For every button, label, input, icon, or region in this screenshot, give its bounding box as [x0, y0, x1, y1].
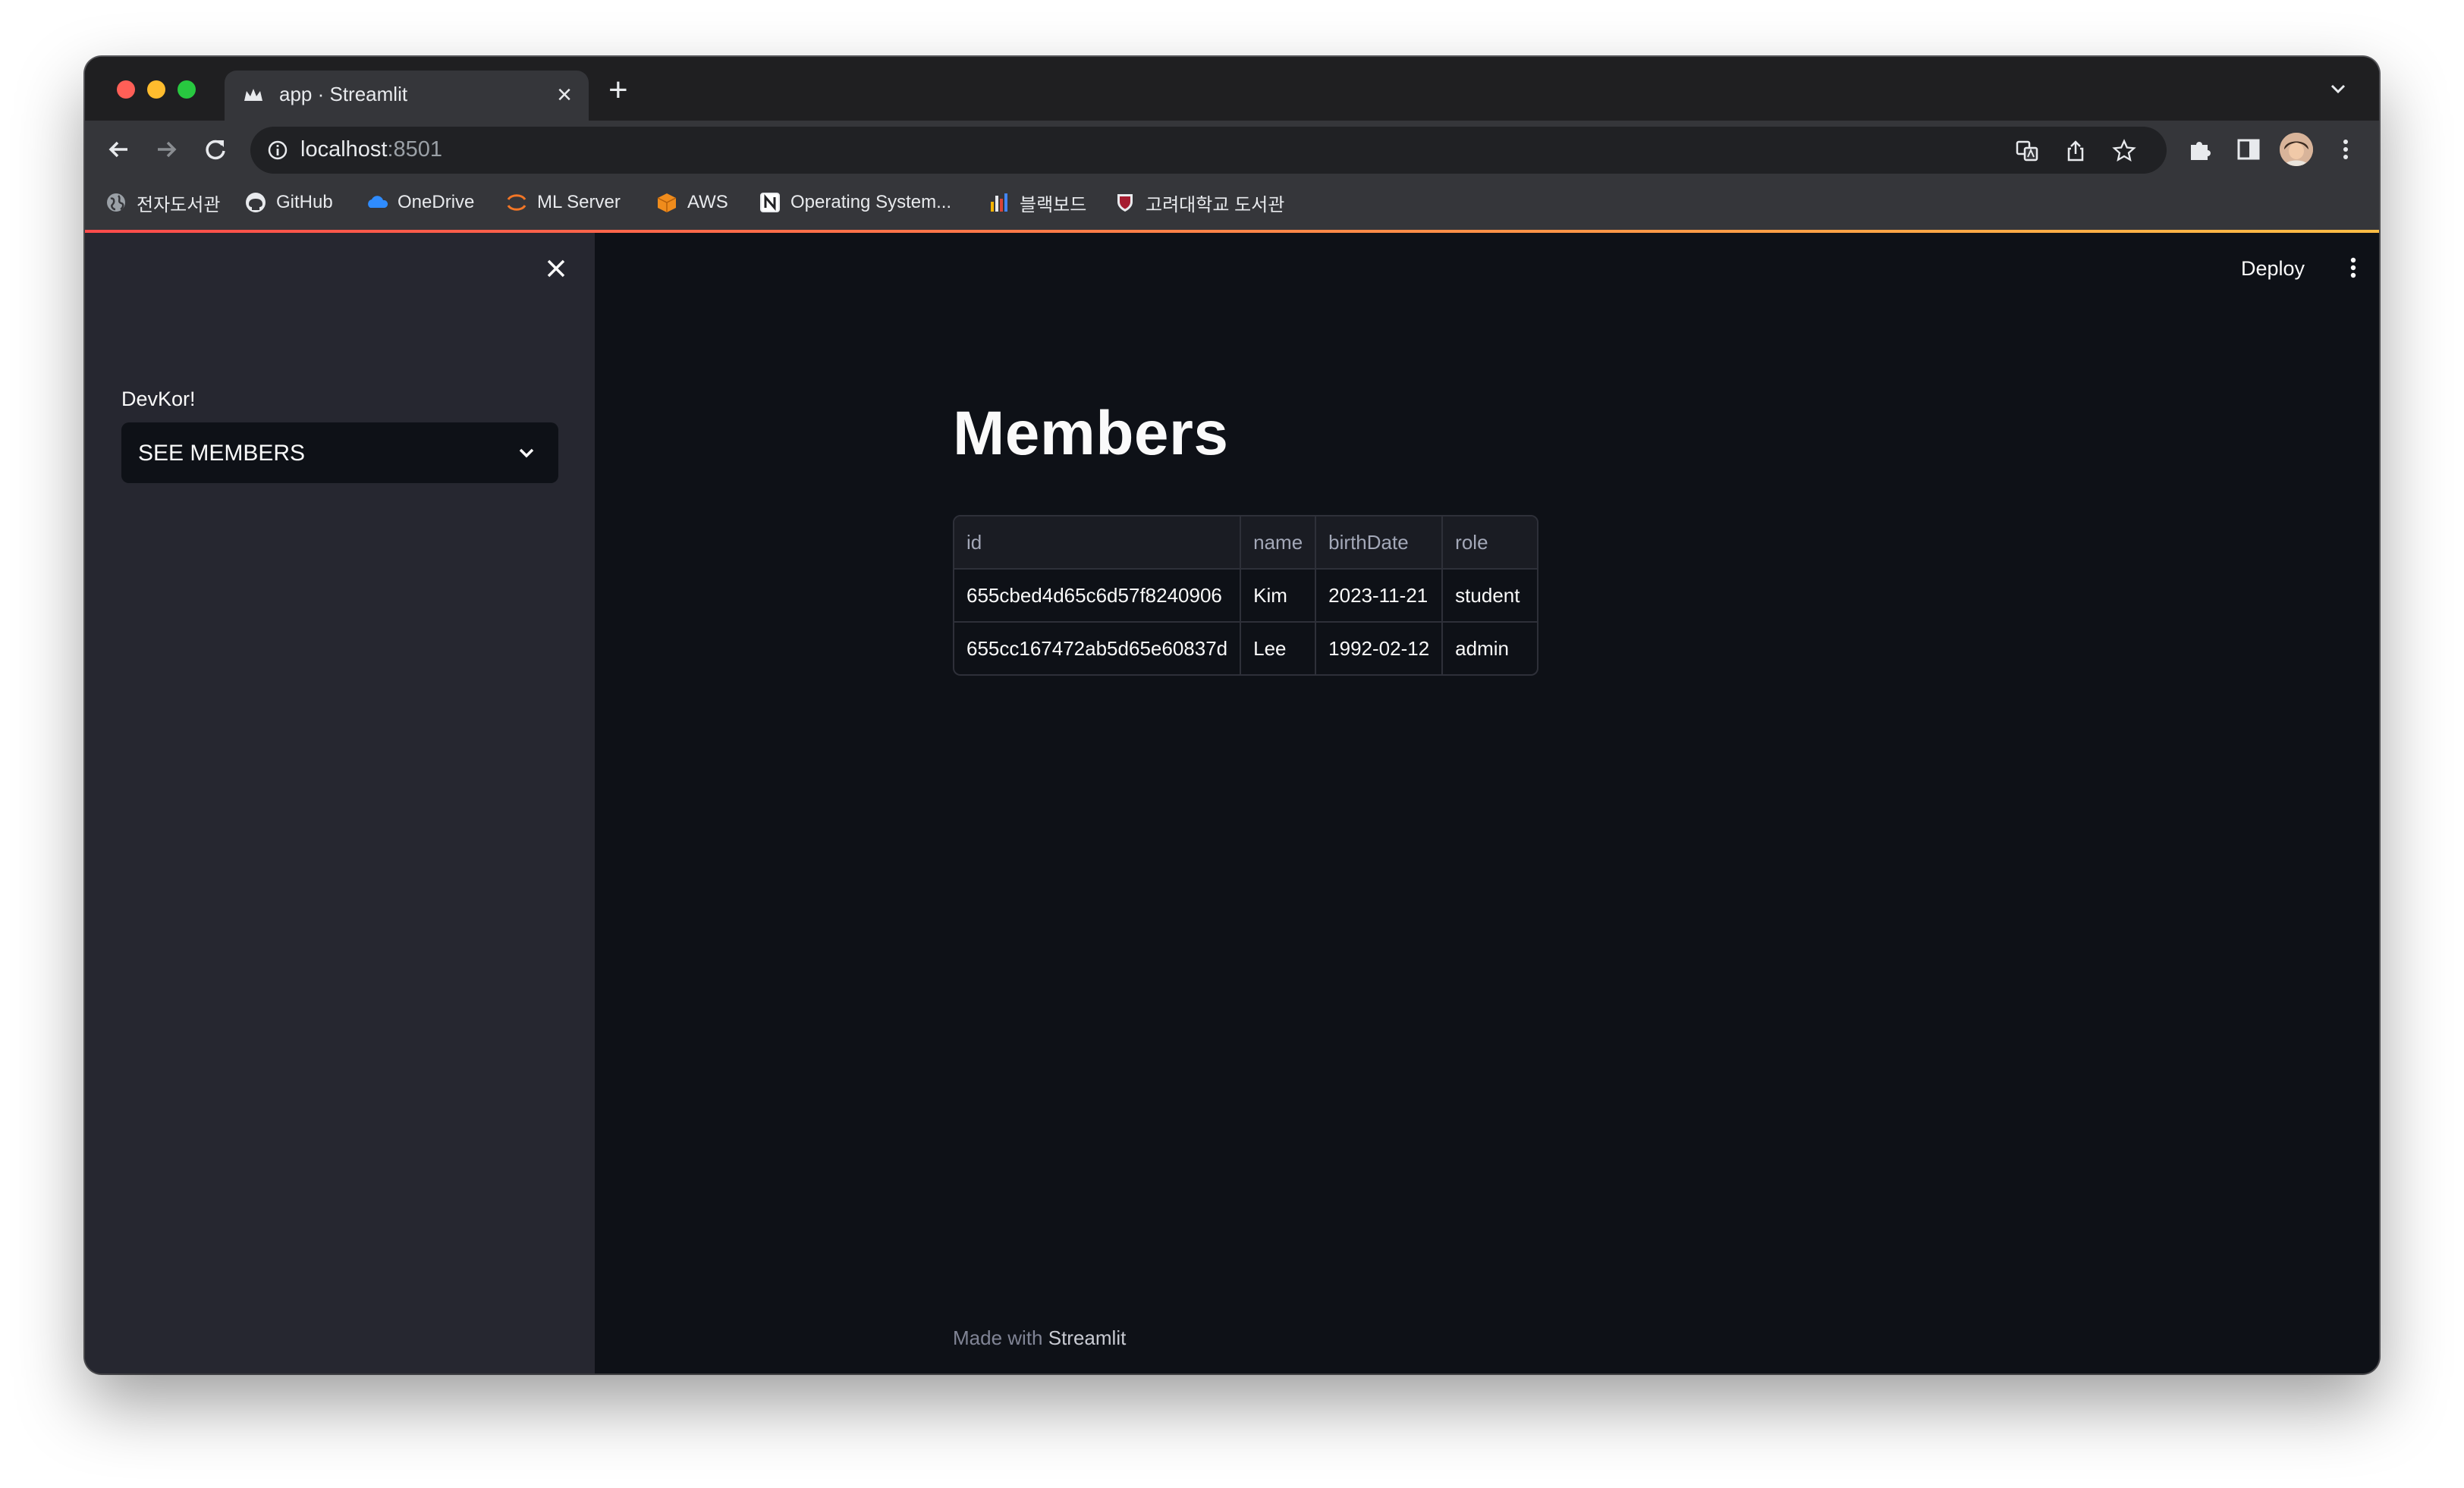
table-cell[interactable]: 655cc167472ab5d65e60837d — [954, 623, 1242, 674]
jupyter-icon — [507, 194, 526, 211]
bookmark-label: Operating System... — [790, 192, 952, 212]
table-cell[interactable]: Lee — [1241, 623, 1317, 674]
table-cell[interactable]: student — [1443, 570, 1538, 623]
translate-icon[interactable] — [2015, 139, 2039, 163]
browser-window: app · Streamlit × + localhost:8501 전자도서관… — [85, 57, 2379, 1373]
minimize-window-button[interactable] — [147, 80, 165, 99]
column-header-name[interactable]: name — [1241, 516, 1317, 570]
globe-icon — [107, 193, 125, 212]
deploy-button[interactable]: Deploy — [2241, 257, 2305, 281]
maximize-window-button[interactable] — [178, 80, 196, 99]
page-select[interactable]: SEE MEMBERS — [121, 422, 558, 483]
table-cell[interactable]: 2023-11-21 — [1316, 570, 1444, 623]
column-header-birthdate[interactable]: birthDate — [1316, 516, 1444, 570]
bookmark-7[interactable]: 고려대학교 도서관 — [1114, 187, 1284, 218]
column-header-id[interactable]: id — [954, 516, 1242, 570]
notion-icon — [760, 193, 780, 212]
bookmark-label: 블랙보드 — [1020, 194, 1087, 215]
bookmark-label: 전자도서관 — [137, 194, 221, 215]
table-cell[interactable]: Kim — [1241, 570, 1317, 623]
bookmark-3[interactable]: ML Server — [505, 187, 621, 218]
browser-toolbar: localhost:8501 — [85, 121, 2379, 178]
forward-arrow-icon[interactable] — [153, 136, 181, 163]
sidebar: DevKor! SEE MEMBERS — [85, 233, 595, 1373]
table-row: 655cc167472ab5d65e60837d Lee 1992-02-12 … — [954, 623, 1537, 674]
github-icon — [246, 193, 266, 212]
chevron-down-icon — [519, 448, 534, 458]
tab-title: app · Streamlit — [279, 83, 408, 105]
select-value: SEE MEMBERS — [138, 441, 306, 466]
crest-icon — [1117, 194, 1133, 212]
box-icon — [657, 193, 677, 212]
bookmark-label: AWS — [687, 192, 728, 212]
table-cell[interactable]: 655cbed4d65c6d57f8240906 — [954, 570, 1242, 623]
members-dataframe[interactable]: id name birthDate role 655cbed4d65c6d57f… — [953, 515, 1539, 676]
bookmark-4[interactable]: AWS — [655, 187, 728, 218]
share-icon[interactable] — [2063, 139, 2088, 163]
close-sidebar-icon[interactable] — [543, 256, 569, 281]
main-menu-icon[interactable] — [2340, 254, 2367, 281]
extensions-puzzle-icon[interactable] — [2186, 136, 2214, 163]
browser-tab[interactable]: app · Streamlit × — [225, 71, 589, 121]
profile-photo-icon — [2280, 133, 2313, 166]
profile-avatar[interactable] — [2280, 133, 2313, 166]
bookmark-5[interactable]: Operating System... — [759, 187, 951, 218]
bookmark-1[interactable]: GitHub — [244, 187, 333, 218]
cloud-icon — [368, 196, 388, 208]
footer-prefix: Made with — [953, 1326, 1043, 1349]
footer-streamlit-link[interactable]: Streamlit — [1048, 1326, 1127, 1349]
tab-strip: app · Streamlit × + — [85, 57, 2379, 121]
table-cell[interactable]: admin — [1443, 623, 1537, 674]
tab-close-icon[interactable]: × — [557, 78, 572, 111]
address-bar[interactable]: localhost:8501 — [250, 127, 2167, 174]
bookmark-star-icon[interactable] — [2112, 139, 2136, 163]
column-header-role[interactable]: role — [1443, 516, 1538, 570]
bookmark-2[interactable]: OneDrive — [366, 187, 474, 218]
page-title: Members — [953, 399, 1229, 468]
back-arrow-icon[interactable] — [105, 136, 132, 163]
table-row: 655cbed4d65c6d57f8240906 Kim 2023-11-21 … — [954, 570, 1538, 623]
bookmark-label: GitHub — [276, 192, 333, 212]
bookmark-label: 고려대학교 도서관 — [1146, 194, 1285, 215]
table-cell[interactable]: 1992-02-12 — [1316, 623, 1444, 674]
bookmarks-bar: 전자도서관 GitHub OneDrive ML Server AWS Oper… — [85, 178, 2379, 230]
url-text: localhost:8501 — [300, 137, 443, 162]
side-panel-icon[interactable] — [2235, 136, 2262, 163]
bookmark-label: ML Server — [537, 192, 621, 212]
reload-icon[interactable] — [202, 136, 229, 163]
bookmark-6[interactable]: 블랙보드 — [988, 187, 1086, 218]
chevron-down-icon[interactable] — [2327, 78, 2349, 99]
select-label: DevKor! — [121, 388, 196, 410]
close-window-button[interactable] — [117, 80, 135, 99]
streamlit-crown-icon — [244, 89, 262, 101]
kebab-menu-icon[interactable] — [2332, 136, 2359, 163]
footer: Made with Streamlit — [953, 1326, 1126, 1350]
bookmark-label: OneDrive — [398, 192, 475, 212]
info-icon[interactable] — [267, 140, 288, 161]
new-tab-button[interactable]: + — [608, 74, 628, 107]
table-header-row: id name birthDate role — [954, 516, 1538, 570]
bookmark-0[interactable]: 전자도서관 — [105, 187, 220, 218]
bars-icon — [991, 193, 1007, 212]
main-content: Deploy Members id name birthDate role 65… — [595, 233, 2379, 1373]
